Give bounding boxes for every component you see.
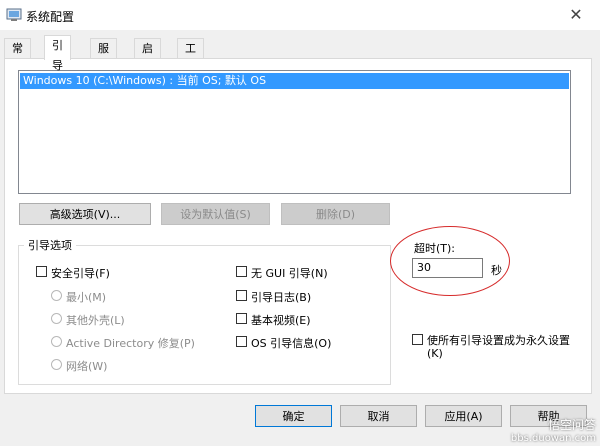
watermark-url: bbs.duowan.com — [510, 433, 596, 444]
minimal-radio[interactable] — [51, 290, 62, 301]
system-config-window: 系统配置 ✕ 常规 引导 服务 启动 工具 Windows 10 (C:\Win… — [0, 0, 600, 446]
no-gui-boot-checkbox[interactable] — [236, 266, 247, 277]
set-default-button[interactable]: 设为默认值(S) — [161, 203, 270, 225]
timeout-label: 超时(T): — [414, 242, 456, 255]
network-label: 网络(W) — [66, 360, 108, 373]
make-permanent-label-key[interactable]: (K) — [427, 347, 443, 360]
safe-boot-checkbox[interactable] — [36, 266, 47, 277]
tab-startup[interactable]: 启动 — [134, 38, 161, 75]
ok-button[interactable]: 确定 — [255, 405, 332, 427]
make-permanent-checkbox[interactable] — [412, 334, 423, 345]
watermark-brand: 悟空问答 — [547, 418, 596, 432]
tab-services[interactable]: 服务 — [90, 38, 117, 75]
boot-entry-list[interactable]: Windows 10 (C:\Windows) : 当前 OS; 默认 OS — [18, 70, 571, 194]
alternate-shell-radio[interactable] — [51, 313, 62, 324]
safe-boot-label[interactable]: 安全引导(F) — [51, 265, 110, 281]
msconfig-app-icon — [6, 8, 22, 21]
tab-boot[interactable]: 引导 — [44, 35, 71, 72]
boot-log-checkbox[interactable] — [236, 290, 247, 301]
base-video-label[interactable]: 基本视频(E) — [251, 312, 311, 328]
close-icon[interactable]: ✕ — [566, 5, 586, 25]
boot-options-group-label: 引导选项 — [24, 237, 76, 253]
watermark: 悟空问答 bbs.duowan.com — [511, 416, 596, 444]
alternate-shell-label: 其他外壳(L) — [66, 314, 125, 327]
no-gui-boot-label[interactable]: 无 GUI 引导(N) — [251, 265, 328, 281]
apply-button[interactable]: 应用(A) — [425, 405, 502, 427]
base-video-checkbox[interactable] — [236, 313, 247, 324]
os-boot-info-checkbox[interactable] — [236, 336, 247, 347]
make-permanent-label[interactable]: 使所有引导设置成为永久设置 — [427, 332, 570, 348]
timeout-input[interactable]: 30 — [412, 258, 483, 278]
boot-entry-item[interactable]: Windows 10 (C:\Windows) : 当前 OS; 默认 OS — [20, 73, 569, 89]
tab-tools[interactable]: 工具 — [177, 38, 204, 75]
active-directory-radio[interactable] — [51, 336, 62, 347]
timeout-unit-label: 秒 — [491, 264, 502, 277]
window-title: 系统配置 — [26, 10, 75, 24]
network-radio[interactable] — [51, 359, 62, 370]
boot-log-label[interactable]: 引导日志(B) — [251, 289, 311, 305]
title-bar: 系统配置 ✕ — [0, 0, 600, 30]
minimal-label: 最小(M) — [66, 291, 107, 304]
active-directory-label: Active Directory 修复(P) — [66, 337, 195, 350]
os-boot-info-label[interactable]: OS 引导信息(O) — [251, 335, 331, 351]
cancel-button[interactable]: 取消 — [340, 405, 417, 427]
tab-general[interactable]: 常规 — [4, 38, 31, 75]
advanced-options-button[interactable]: 高级选项(V)... — [19, 203, 151, 225]
delete-button[interactable]: 删除(D) — [281, 203, 390, 225]
